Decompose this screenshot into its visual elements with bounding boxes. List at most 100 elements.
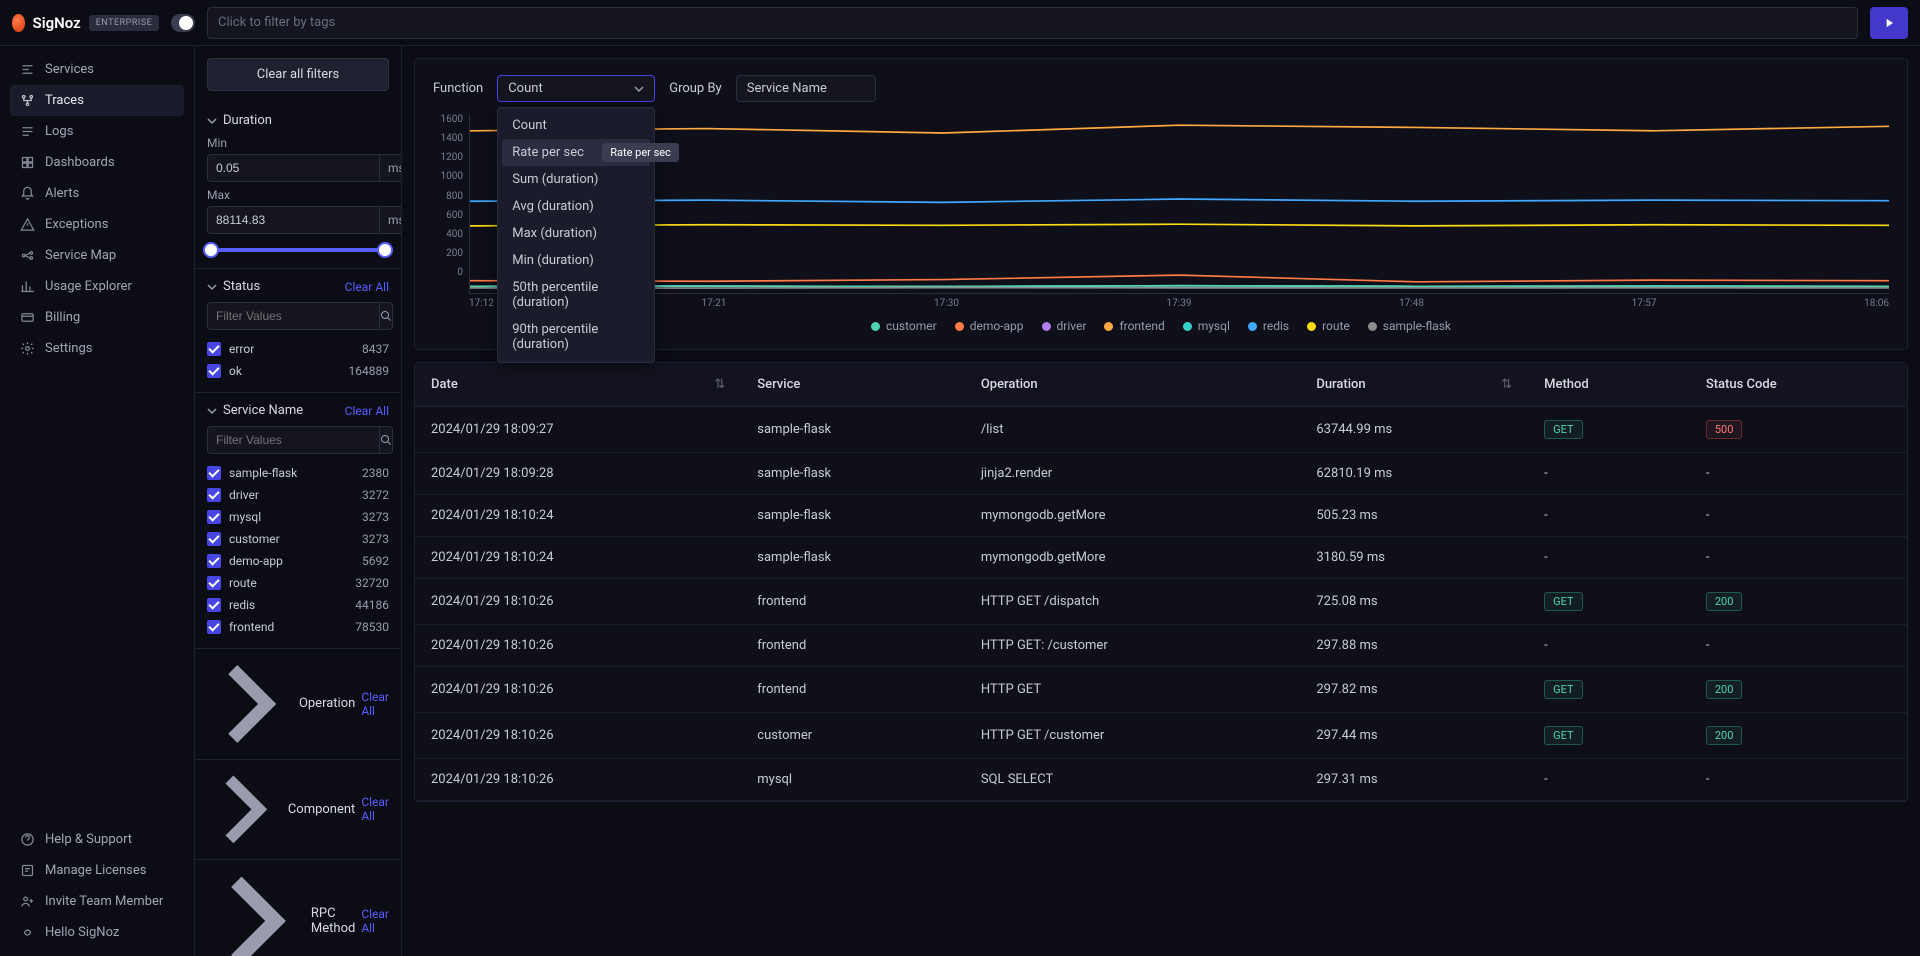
service-item[interactable]: route32720 [207, 572, 389, 594]
legend-item[interactable]: route [1307, 319, 1350, 333]
cell-method: GET [1528, 713, 1690, 759]
service-item[interactable]: customer3273 [207, 528, 389, 550]
x-tick: 17:39 [1167, 298, 1192, 309]
dropdown-item[interactable]: Min (duration) [502, 247, 650, 274]
legend-item[interactable]: frontend [1104, 319, 1164, 333]
x-tick: 18:06 [1864, 298, 1889, 309]
lines-icon [20, 124, 35, 139]
service-item[interactable]: sample-flask2380 [207, 462, 389, 484]
legend-item[interactable]: sample-flask [1368, 319, 1451, 333]
cell-status: - [1690, 453, 1907, 495]
group-by-input[interactable]: Service Name [736, 75, 876, 102]
service-count: 3273 [362, 532, 389, 546]
service-item[interactable]: mysql3273 [207, 506, 389, 528]
sidebar-item-label: Usage Explorer [45, 279, 132, 294]
clear-all-link[interactable]: Clear All [361, 907, 389, 935]
tooltip: Rate per sec [602, 143, 679, 162]
sidebar-item-services[interactable]: Services [10, 54, 184, 85]
dropdown-item[interactable]: Avg (duration) [502, 193, 650, 220]
table-row[interactable]: 2024/01/29 18:10:26mysqlSQL SELECT297.31… [415, 759, 1907, 801]
service-item[interactable]: frontend78530 [207, 616, 389, 638]
service-item[interactable]: demo-app5692 [207, 550, 389, 572]
cell-duration: 62810.19 ms [1300, 453, 1528, 495]
sidebar-item-logs[interactable]: Logs [10, 116, 184, 147]
sidebar-item-usage-explorer[interactable]: Usage Explorer [10, 271, 184, 302]
service-label: demo-app [229, 554, 354, 568]
legend-item[interactable]: redis [1248, 319, 1289, 333]
table-row[interactable]: 2024/01/29 18:10:26frontendHTTP GET: /cu… [415, 625, 1907, 667]
sidebar-item-hello-signoz[interactable]: Hello SigNoz [10, 917, 184, 948]
table-row[interactable]: 2024/01/29 18:09:28sample-flaskjinja2.re… [415, 453, 1907, 495]
table-row[interactable]: 2024/01/29 18:10:26frontendHTTP GET /dis… [415, 579, 1907, 625]
tag-filter-input[interactable]: Click to filter by tags [207, 7, 1858, 39]
max-input[interactable] [207, 206, 379, 234]
cell-status: 500 [1690, 407, 1907, 453]
sidebar-item-billing[interactable]: Billing [10, 302, 184, 333]
sidebar-item-settings[interactable]: Settings [10, 333, 184, 364]
service-search-input[interactable] [207, 426, 379, 454]
clear-all-service-name[interactable]: Clear All [345, 404, 389, 418]
status-pill: 200 [1706, 726, 1743, 745]
sidebar-item-manage-licenses[interactable]: Manage Licenses [10, 855, 184, 886]
legend-dot-icon [1307, 322, 1316, 331]
dropdown-item[interactable]: Sum (duration) [502, 166, 650, 193]
cell-status: 200 [1690, 667, 1907, 713]
clear-all-status[interactable]: Clear All [345, 280, 389, 294]
table-row[interactable]: 2024/01/29 18:10:24sample-flaskmymongodb… [415, 537, 1907, 579]
sidebar-item-alerts[interactable]: Alerts [10, 178, 184, 209]
table-row[interactable]: 2024/01/29 18:10:24sample-flaskmymongodb… [415, 495, 1907, 537]
dropdown-item[interactable]: Rate per secRate per sec [502, 139, 650, 166]
table-row[interactable]: 2024/01/29 18:10:26customerHTTP GET /cus… [415, 713, 1907, 759]
clear-all-filters-button[interactable]: Clear all filters [207, 58, 389, 91]
legend-item[interactable]: driver [1042, 319, 1087, 333]
status-label: error [229, 342, 354, 356]
sidebar-item-invite-team-member[interactable]: Invite Team Member [10, 886, 184, 917]
status-item[interactable]: ok164889 [207, 360, 389, 382]
function-select[interactable]: Count CountRate per secRate per secSum (… [497, 75, 655, 102]
col-date[interactable]: Date⇅ [415, 363, 741, 407]
legend-item[interactable]: customer [871, 319, 937, 333]
cell-service: sample-flask [741, 495, 965, 537]
service-count: 2380 [362, 466, 389, 480]
clear-all-link[interactable]: Clear All [361, 690, 389, 718]
cell-operation: HTTP GET /dispatch [965, 579, 1301, 625]
cell-operation: jinja2.render [965, 453, 1301, 495]
cell-date: 2024/01/29 18:09:27 [415, 407, 741, 453]
duration-slider[interactable] [207, 248, 389, 252]
table-row[interactable]: 2024/01/29 18:09:27sample-flask/list6374… [415, 407, 1907, 453]
min-input[interactable] [207, 154, 379, 182]
col-duration[interactable]: Duration⇅ [1300, 363, 1528, 407]
service-search-button[interactable] [379, 426, 393, 454]
dropdown-item[interactable]: Count [502, 112, 650, 139]
sidebar-item-traces[interactable]: Traces [10, 85, 184, 116]
max-label: Max [207, 188, 389, 202]
legend-item[interactable]: demo-app [955, 319, 1024, 333]
service-item[interactable]: driver3272 [207, 484, 389, 506]
legend-item[interactable]: mysql [1183, 319, 1230, 333]
chevron-down-icon [634, 84, 644, 94]
table-row[interactable]: 2024/01/29 18:10:26frontendHTTP GET297.8… [415, 667, 1907, 713]
checkbox-icon [207, 576, 221, 590]
dropdown-item[interactable]: 90th percentile (duration) [502, 316, 650, 358]
status-search-button[interactable] [379, 302, 393, 330]
cell-date: 2024/01/29 18:10:26 [415, 625, 741, 667]
logo-icon [12, 14, 25, 32]
grid-icon [20, 155, 35, 170]
cell-method: - [1528, 625, 1690, 667]
run-button[interactable] [1870, 7, 1908, 39]
sidebar-item-service-map[interactable]: Service Map [10, 240, 184, 271]
sidebar-item-dashboards[interactable]: Dashboards [10, 147, 184, 178]
service-label: mysql [229, 510, 354, 524]
clear-all-link[interactable]: Clear All [361, 795, 389, 823]
status-search-input[interactable] [207, 302, 379, 330]
dropdown-item[interactable]: Max (duration) [502, 220, 650, 247]
checkbox-icon [207, 532, 221, 546]
cell-operation: HTTP GET [965, 667, 1301, 713]
function-value: Count [508, 81, 542, 96]
theme-toggle[interactable] [171, 14, 195, 32]
status-item[interactable]: error8437 [207, 338, 389, 360]
dropdown-item[interactable]: 50th percentile (duration) [502, 274, 650, 316]
sidebar-item-exceptions[interactable]: Exceptions [10, 209, 184, 240]
sidebar-item-help-support[interactable]: Help & Support [10, 824, 184, 855]
service-item[interactable]: redis44186 [207, 594, 389, 616]
